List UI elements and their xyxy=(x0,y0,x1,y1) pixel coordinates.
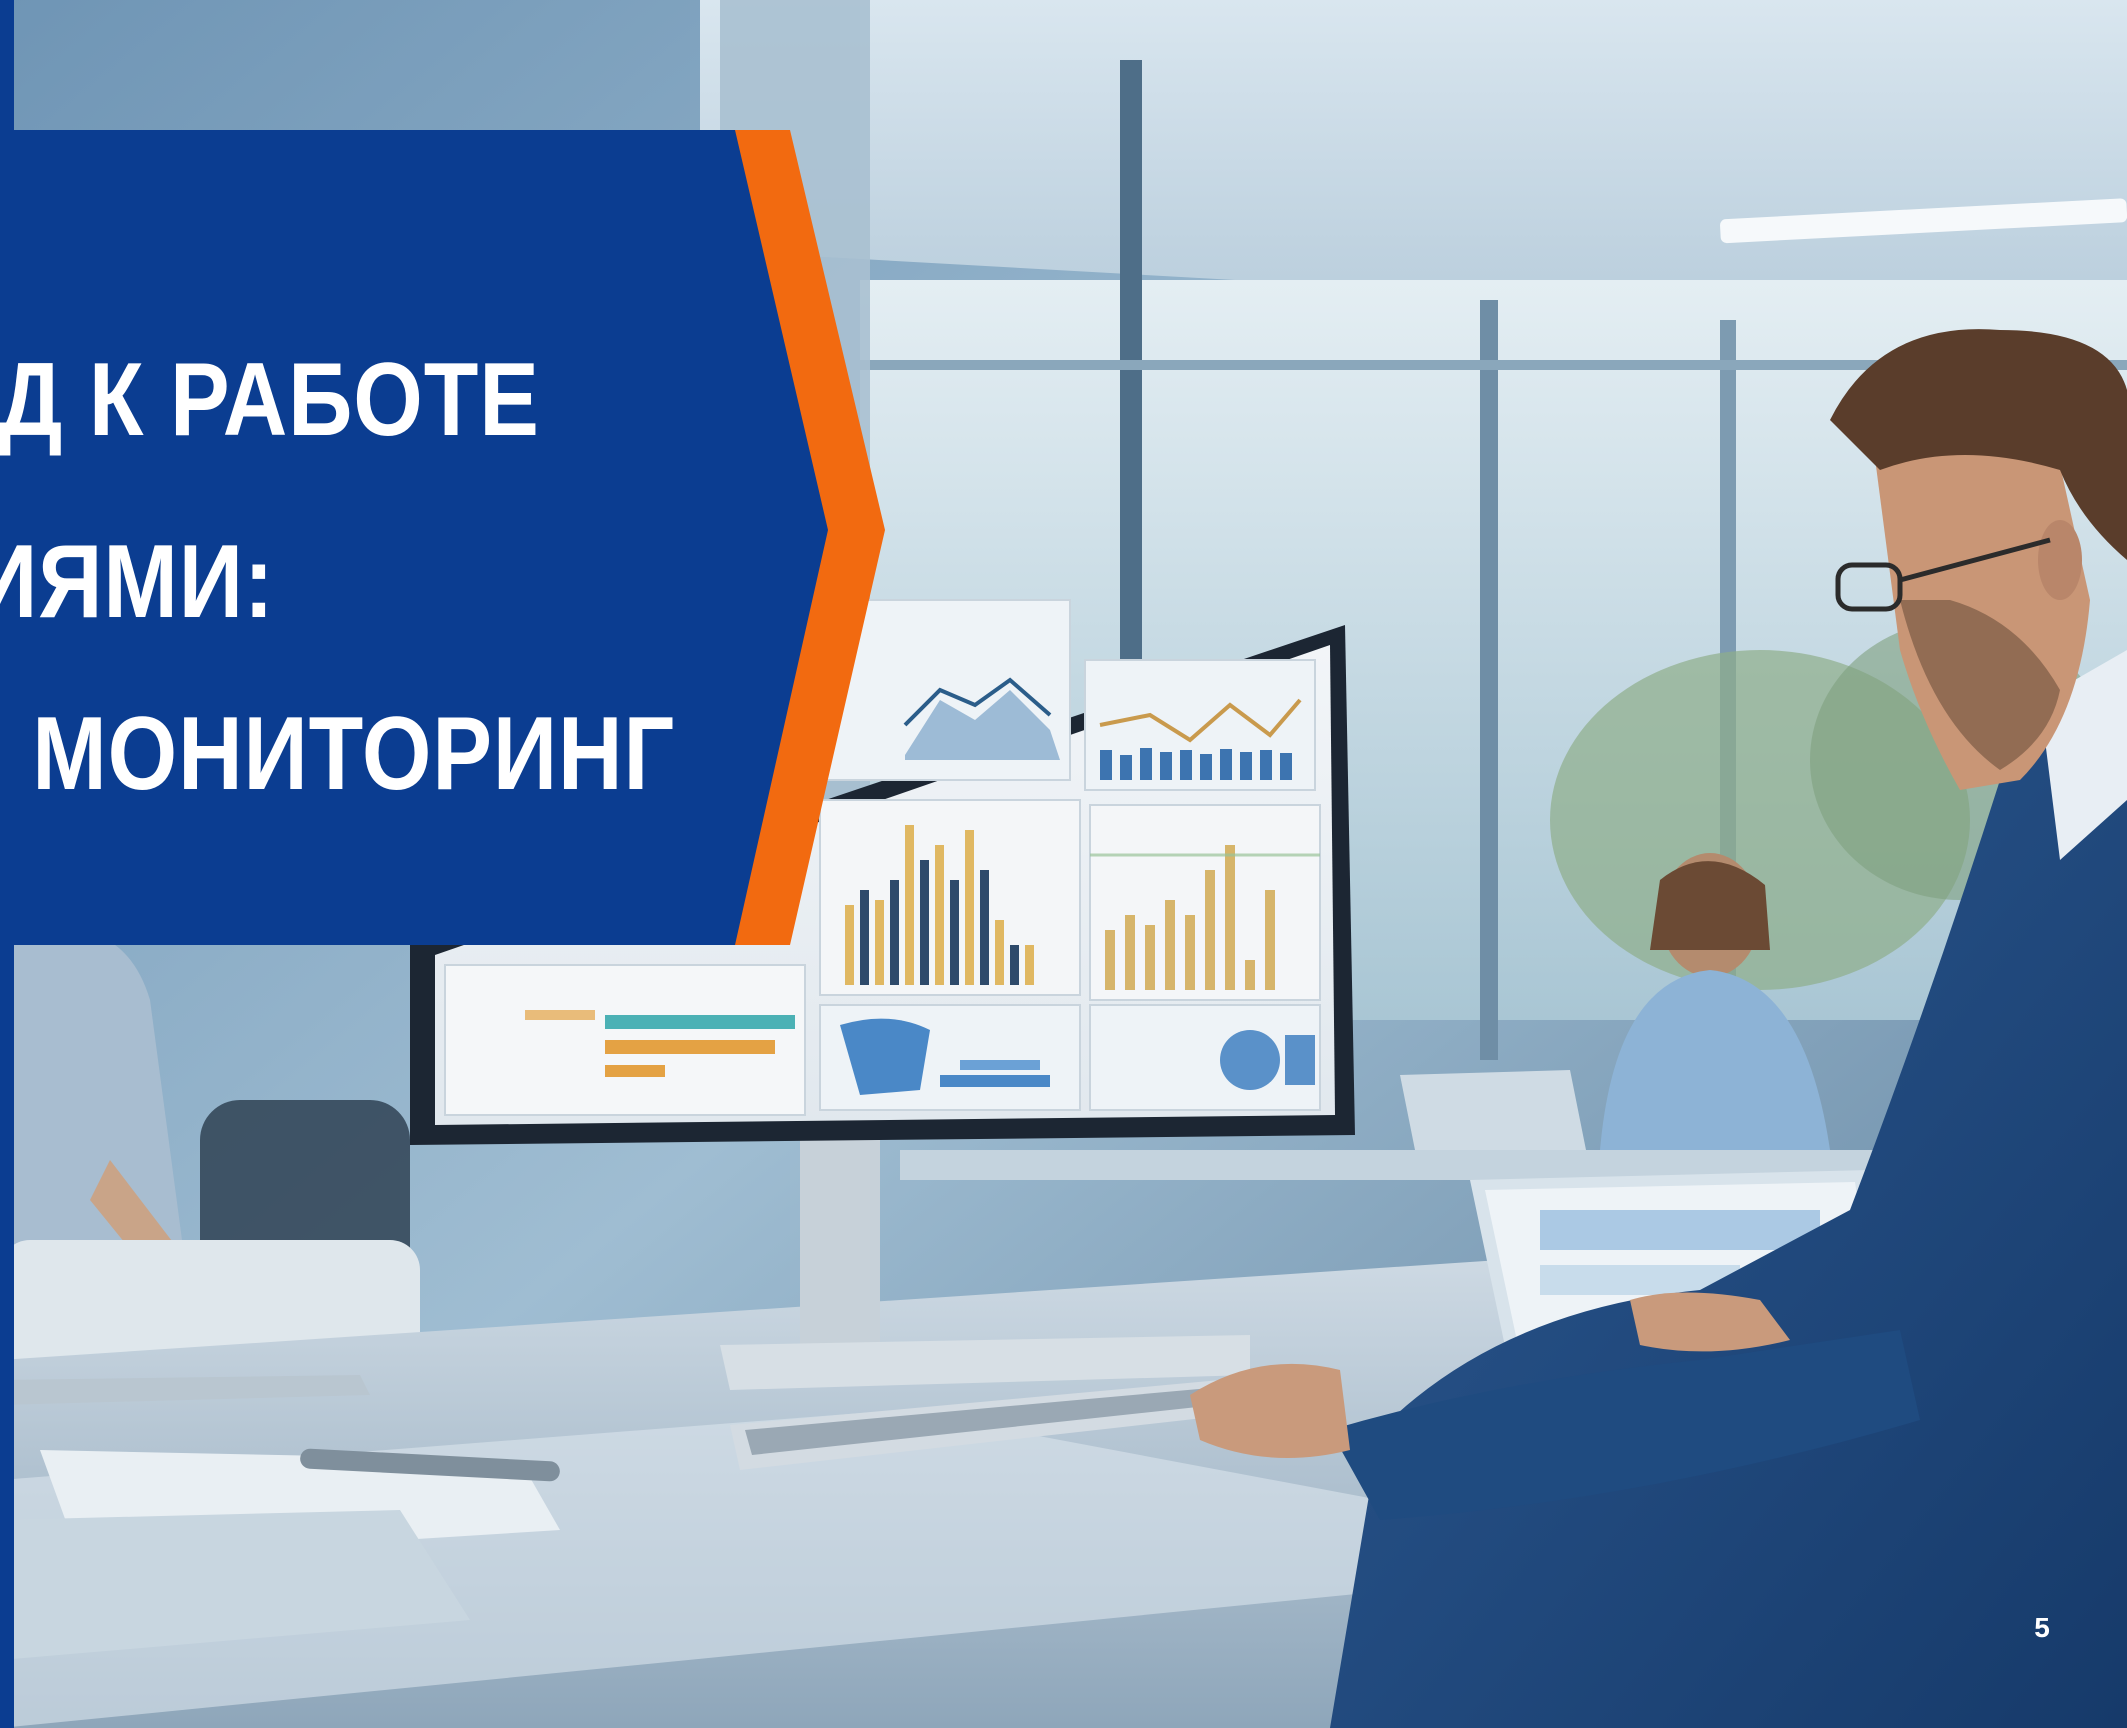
title-line-3: Й МОНИТОРИНГ xyxy=(0,696,675,812)
page-number: 5 xyxy=(2034,1612,2050,1643)
title-line-2: ИЯМИ: xyxy=(0,524,275,640)
slide-title: ОД К РАБОТЕ ИЯМИ: Й МОНИТОРИНГ xyxy=(0,130,820,940)
slide: ОД К РАБОТЕ ИЯМИ: Й МОНИТОРИНГ 5 xyxy=(0,0,2127,1728)
title-line-1: ОД К РАБОТЕ xyxy=(0,342,540,458)
